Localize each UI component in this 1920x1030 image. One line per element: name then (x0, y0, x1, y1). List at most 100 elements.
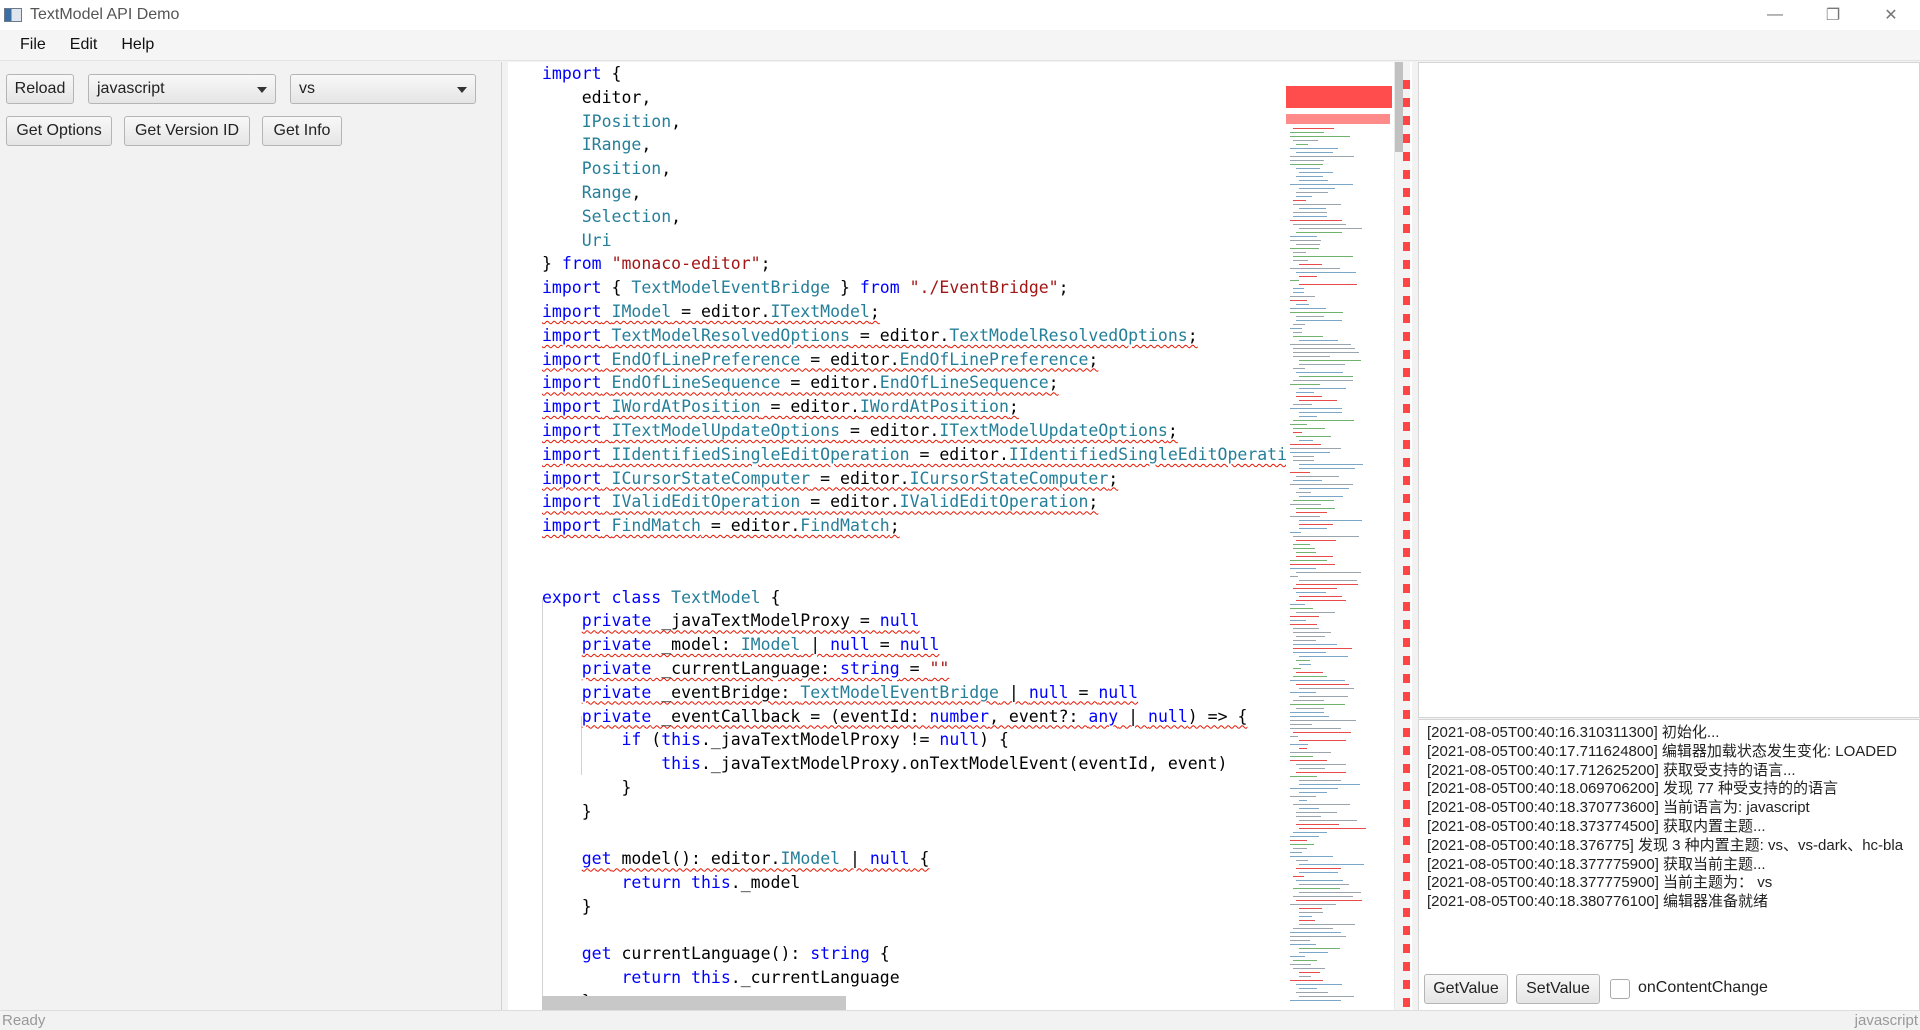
right-panel: [2021-08-05T00:40:16.310311300] 初始化... [2… (1416, 62, 1920, 1028)
get-info-button[interactable]: Get Info (262, 116, 342, 146)
code-line[interactable]: get model(): editor.IModel | null { (542, 847, 1307, 871)
on-content-change-checkbox[interactable] (1610, 979, 1630, 999)
code-line[interactable]: Uri (542, 229, 1307, 253)
code-line[interactable]: IRange, (542, 133, 1307, 157)
code-line[interactable]: import { TextModelEventBridge } from "./… (542, 276, 1307, 300)
get-options-button[interactable]: Get Options (6, 116, 112, 146)
menu-help[interactable]: Help (109, 36, 166, 54)
code-line[interactable]: } (542, 800, 1307, 824)
editor-horizontal-scrollbar[interactable] (542, 996, 846, 1010)
window-title: TextModel API Demo (30, 6, 180, 23)
menu-edit[interactable]: Edit (58, 36, 110, 54)
code-line[interactable] (542, 538, 1307, 562)
ruler-error-mark (1403, 116, 1410, 125)
code-line[interactable]: import ICursorStateComputer = editor.ICu… (542, 467, 1307, 491)
minimap-line (1299, 416, 1317, 417)
set-value-button[interactable]: SetValue (1516, 974, 1600, 1004)
code-line[interactable]: import EndOfLinePreference = editor.EndO… (542, 348, 1307, 372)
editor-minimap[interactable] (1286, 62, 1394, 1010)
code-line[interactable]: } (542, 895, 1307, 919)
minimap-line (1290, 720, 1356, 721)
minimap-line (1299, 996, 1354, 997)
code-line[interactable]: Position, (542, 157, 1307, 181)
language-select-value: javascript (97, 80, 165, 97)
code-line[interactable]: private _model: IModel | null = null (542, 633, 1307, 657)
editor-vertical-scrollbar[interactable] (1394, 62, 1410, 1010)
code-line[interactable]: import EndOfLineSequence = editor.EndOfL… (542, 371, 1307, 395)
code-line[interactable] (542, 824, 1307, 848)
code-content[interactable]: import { editor, IPosition, IRange, Posi… (542, 62, 1307, 1010)
minimap-line (1299, 488, 1349, 489)
minimap-line (1290, 752, 1331, 753)
ruler-error-mark (1403, 332, 1410, 341)
minimap-line (1290, 744, 1308, 745)
code-line[interactable]: } from "monaco-editor"; (542, 252, 1307, 276)
code-line[interactable] (542, 562, 1307, 586)
code-line[interactable]: import FindMatch = editor.FindMatch; (542, 514, 1307, 538)
code-line[interactable]: IPosition, (542, 110, 1307, 134)
minimap-line (1290, 452, 1330, 453)
minimize-button[interactable]: — (1746, 0, 1804, 30)
reload-button[interactable]: Reload (6, 74, 74, 104)
ruler-error-mark (1403, 440, 1410, 449)
log-output[interactable]: [2021-08-05T00:40:16.310311300] 初始化... [2… (1418, 719, 1920, 1014)
code-editor[interactable]: import { editor, IPosition, IRange, Posi… (508, 62, 1412, 1010)
code-line[interactable]: export class TextModel { (542, 586, 1307, 610)
code-line[interactable]: Selection, (542, 205, 1307, 229)
code-line[interactable]: import IModel = editor.ITextModel; (542, 300, 1307, 324)
theme-select[interactable]: vs (290, 74, 476, 104)
minimap-line (1299, 808, 1319, 809)
log-line: [2021-08-05T00:40:18.380776100] 编辑器准备就绪 (1427, 893, 1769, 911)
ruler-error-mark (1403, 242, 1410, 251)
minimap-line (1299, 792, 1327, 793)
restore-button[interactable]: ❐ (1804, 0, 1862, 30)
log-line: [2021-08-05T00:40:18.376775] 发现 3 种内置主题:… (1427, 836, 1904, 854)
code-line[interactable]: import TextModelResolvedOptions = editor… (542, 324, 1307, 348)
status-text: Ready (2, 1012, 46, 1029)
minimap-line (1293, 352, 1359, 353)
minimap-line (1299, 912, 1323, 913)
code-line[interactable]: editor, (542, 86, 1307, 110)
minimap-line (1290, 956, 1305, 957)
ruler-error-mark (1403, 476, 1410, 485)
menu-file[interactable]: File (8, 36, 58, 54)
minimap-line (1290, 980, 1323, 981)
get-version-id-button[interactable]: Get Version ID (124, 116, 250, 146)
minimap-line (1299, 656, 1348, 657)
editor-scroll-thumb[interactable] (1395, 62, 1403, 152)
code-line[interactable]: private _eventBridge: TextModelEventBrid… (542, 681, 1307, 705)
code-line[interactable]: private _eventCallback = (eventId: numbe… (542, 705, 1307, 729)
ruler-error-mark (1403, 458, 1410, 467)
close-button[interactable]: ✕ (1862, 0, 1920, 30)
get-value-button[interactable]: GetValue (1424, 974, 1508, 1004)
minimap-line (1296, 436, 1331, 437)
code-line[interactable]: import { (542, 62, 1307, 86)
language-select[interactable]: javascript (88, 74, 276, 104)
minimap-line (1293, 420, 1354, 421)
code-line[interactable] (542, 919, 1307, 943)
minimap-line (1296, 660, 1310, 661)
code-line[interactable]: private _currentLanguage: string = "" (542, 657, 1307, 681)
code-line[interactable]: get currentLanguage(): string { (542, 942, 1307, 966)
code-line[interactable]: import ITextModelUpdateOptions = editor.… (542, 419, 1307, 443)
minimap-line (1299, 284, 1357, 285)
code-line[interactable]: } (542, 776, 1307, 800)
code-line[interactable]: import IValidEditOperation = editor.IVal… (542, 490, 1307, 514)
code-line[interactable]: import IIdentifiedSingleEditOperation = … (542, 443, 1307, 467)
ruler-error-mark (1403, 638, 1410, 647)
code-line[interactable]: Range, (542, 181, 1307, 205)
minimap-line (1293, 256, 1353, 257)
ruler-error-mark (1403, 656, 1410, 665)
minimap-line (1290, 620, 1306, 621)
app-icon (4, 8, 22, 22)
code-line[interactable]: import IWordAtPosition = editor.IWordAtP… (542, 395, 1307, 419)
code-line[interactable]: return this._model (542, 871, 1307, 895)
code-line[interactable]: private _javaTextModelProxy = null (542, 609, 1307, 633)
code-line[interactable]: return this._currentLanguage (542, 966, 1307, 990)
minimap-line (1299, 864, 1364, 865)
code-line[interactable]: if (this._javaTextModelProxy != null) { (542, 728, 1307, 752)
code-line[interactable]: this._javaTextModelProxy.onTextModelEven… (542, 752, 1307, 776)
minimap-line (1290, 756, 1313, 757)
minimap-line (1293, 432, 1302, 433)
minimap-line (1299, 172, 1333, 173)
